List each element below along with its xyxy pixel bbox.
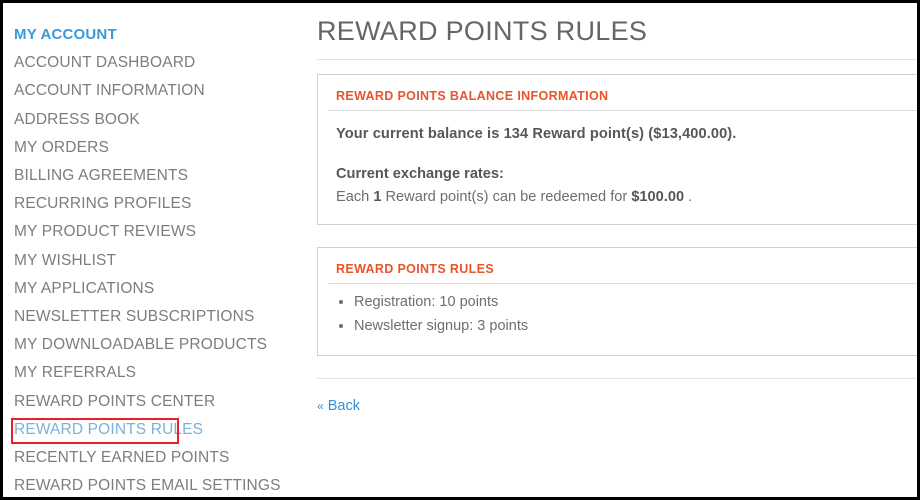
current-balance-text: Your current balance is 134 Reward point… (336, 126, 737, 143)
balance-panel-body: Your current balance is 134 Reward point… (318, 111, 917, 207)
sidebar-item-my-referrals[interactable]: MY REFERRALS (14, 359, 303, 387)
rate-middle-text: Reward point(s) can be redeemed for (385, 188, 628, 205)
sidebar-item-billing-agreements[interactable]: BILLING AGREEMENTS (14, 162, 303, 190)
sidebar-item-my-orders[interactable]: MY ORDERS (14, 134, 303, 162)
sidebar-item-reward-points-rules[interactable]: REWARD POINTS RULES (14, 416, 303, 444)
sidebar-item-account-dashboard[interactable]: ACCOUNT DASHBOARD (14, 49, 303, 77)
account-page: MY ACCOUNT ACCOUNT DASHBOARD ACCOUNT INFOR… (3, 3, 917, 497)
main-content: REWARD POINTS RULES REWARD POINTS BALANC… (303, 3, 917, 497)
sidebar-item-my-applications[interactable]: MY APPLICATIONS (14, 275, 303, 303)
sidebar-item-account-information[interactable]: ACCOUNT INFORMATION (14, 77, 303, 105)
page-title: REWARD POINTS RULES (317, 16, 648, 46)
rate-prefix: Each (336, 188, 370, 205)
balance-panel-heading: REWARD POINTS BALANCE INFORMATION (336, 89, 609, 104)
back-link[interactable]: « Back (317, 398, 360, 414)
sidebar-item-recurring-profiles[interactable]: RECURRING PROFILES (14, 190, 303, 218)
rules-panel-header: REWARD POINTS RULES (328, 260, 917, 284)
exchange-rates-heading: Current exchange rates: (336, 165, 504, 182)
rate-points-value: 1 (373, 188, 382, 205)
bottom-divider (317, 378, 917, 380)
sidebar-item-address-book[interactable]: ADDRESS BOOK (14, 106, 303, 134)
reward-points-rules-panel: REWARD POINTS RULES Registration: 10 poi… (317, 246, 917, 357)
rule-list-item: Newsletter signup: 3 points (354, 316, 917, 338)
title-divider (317, 59, 917, 61)
back-link-label: Back (327, 398, 360, 415)
exchange-rate-text: Each 1 Reward point(s) can be redeemed f… (336, 187, 917, 208)
sidebar-item-my-wishlist[interactable]: MY WISHLIST (14, 247, 303, 275)
sidebar-item-reward-points-email-settings[interactable]: REWARD POINTS EMAIL SETTINGS (14, 472, 303, 497)
rule-list-item: Registration: 10 points (354, 292, 917, 314)
rate-amount-value: $100.00 (631, 188, 685, 205)
rules-panel-heading: REWARD POINTS RULES (336, 261, 495, 276)
rate-suffix: . (688, 188, 693, 205)
sidebar-item-my-downloadable-products[interactable]: MY DOWNLOADABLE PRODUCTS (14, 331, 303, 359)
account-sidebar: MY ACCOUNT ACCOUNT DASHBOARD ACCOUNT INFOR… (3, 3, 303, 497)
rules-list: Registration: 10 pointsNewsletter signup… (318, 292, 917, 338)
sidebar-item-recently-earned-points[interactable]: RECENTLY EARNED POINTS (14, 444, 303, 472)
sidebar-nav-list: MY ACCOUNT ACCOUNT DASHBOARD ACCOUNT INFOR… (14, 21, 303, 497)
sidebar-item-newsletter-subscriptions[interactable]: NEWSLETTER SUBSCRIPTIONS (14, 303, 303, 331)
reward-points-balance-panel: REWARD POINTS BALANCE INFORMATION Your c… (317, 74, 917, 225)
sidebar-item-my-account[interactable]: MY ACCOUNT (14, 21, 303, 49)
sidebar-item-my-product-reviews[interactable]: MY PRODUCT REVIEWS (14, 218, 303, 246)
chevron-left-icon: « (317, 399, 324, 414)
balance-panel-header: REWARD POINTS BALANCE INFORMATION (328, 87, 917, 112)
browser-viewport: MY ACCOUNT ACCOUNT DASHBOARD ACCOUNT INFOR… (0, 0, 920, 500)
sidebar-item-reward-points-center[interactable]: REWARD POINTS CENTER (14, 388, 303, 416)
